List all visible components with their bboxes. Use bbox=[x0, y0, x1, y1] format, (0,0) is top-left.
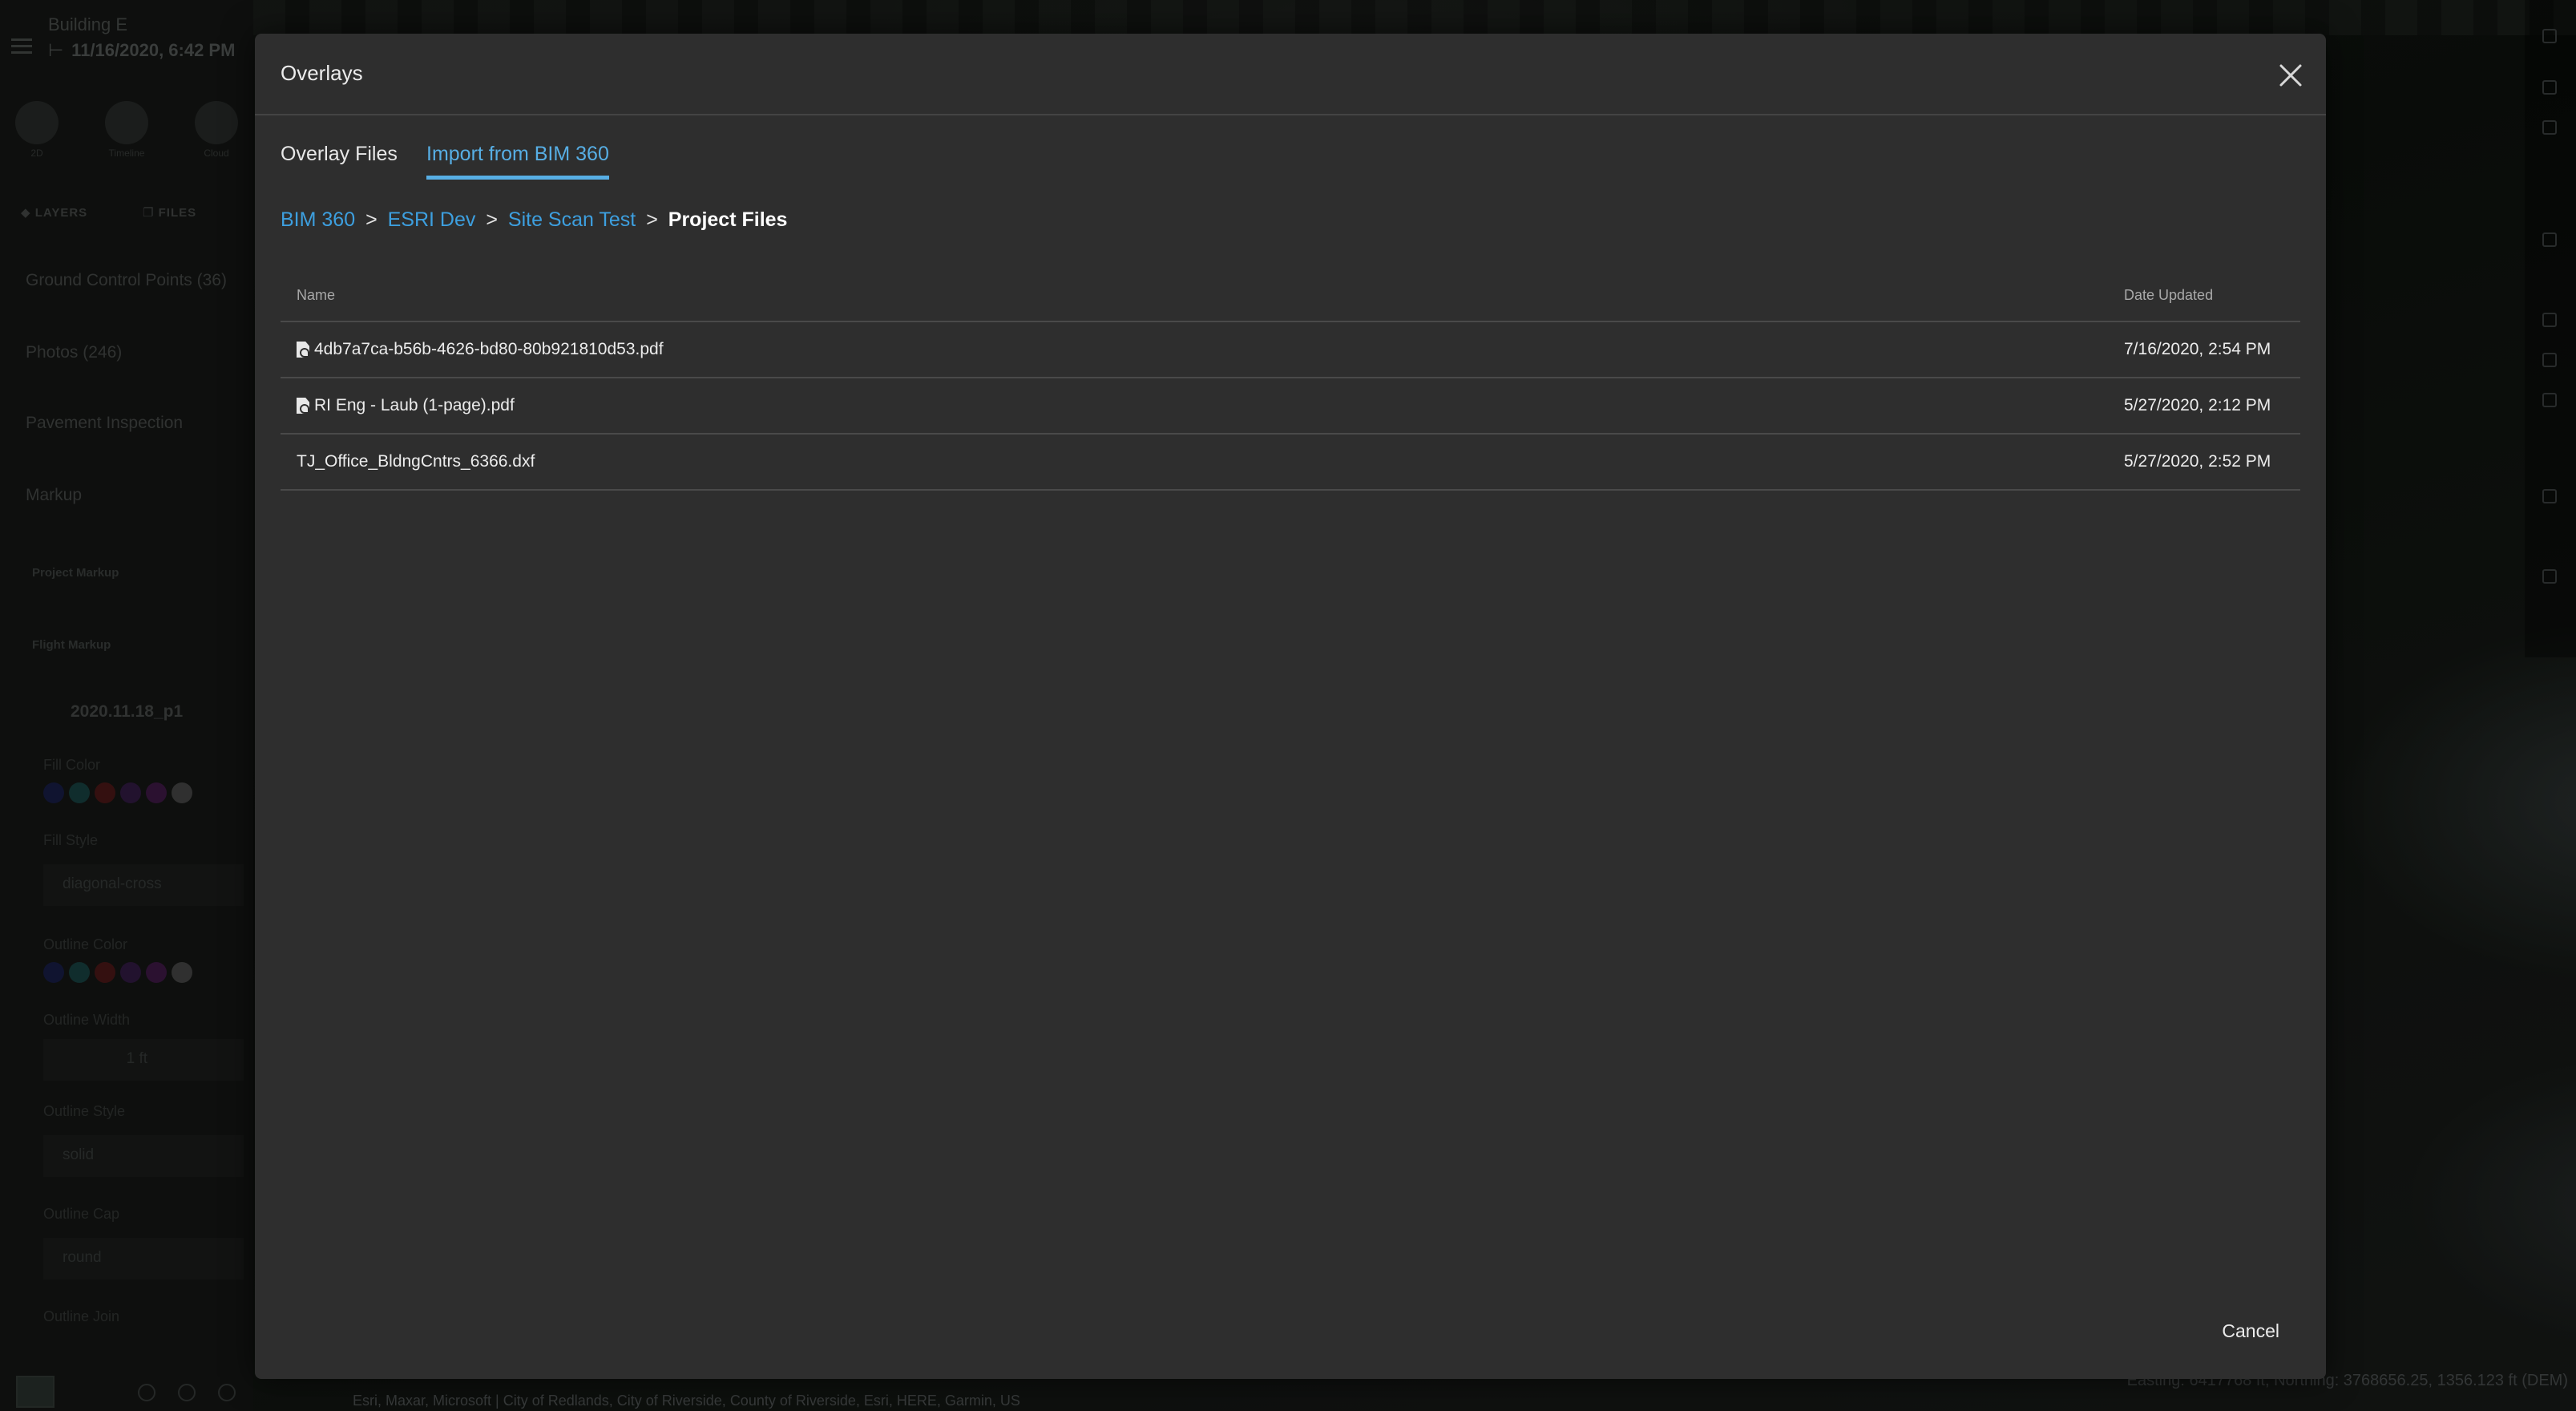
file-name: RI Eng - Laub (1-page).pdf bbox=[314, 396, 515, 414]
file-name: TJ_Office_BldngCntrs_6366.dxf bbox=[297, 452, 535, 471]
table-row[interactable]: TJ_Office_BldngCntrs_6366.dxf 5/27/2020,… bbox=[281, 435, 2300, 491]
cancel-button[interactable]: Cancel bbox=[2222, 1320, 2279, 1342]
pdf-file-icon bbox=[297, 398, 309, 414]
tab-overlay-files[interactable]: Overlay Files bbox=[281, 143, 398, 176]
tab-import-bim360[interactable]: Import from BIM 360 bbox=[426, 143, 609, 180]
breadcrumb-esri-dev[interactable]: ESRI Dev bbox=[388, 208, 476, 231]
breadcrumb: BIM 360 > ESRI Dev > Site Scan Test > Pr… bbox=[281, 208, 787, 232]
file-date: 7/16/2020, 2:54 PM bbox=[2124, 340, 2271, 358]
overlays-dialog: Overlays Overlay Files Import from BIM 3… bbox=[255, 34, 2326, 1379]
column-header-name[interactable]: Name bbox=[297, 287, 335, 304]
breadcrumb-site-scan-test[interactable]: Site Scan Test bbox=[508, 208, 636, 231]
file-date: 5/27/2020, 2:12 PM bbox=[2124, 396, 2271, 414]
table-row[interactable]: 4db7a7ca-b56b-4626-bd80-80b921810d53.pdf… bbox=[281, 322, 2300, 378]
file-date: 5/27/2020, 2:52 PM bbox=[2124, 452, 2271, 471]
breadcrumb-separator: > bbox=[486, 208, 498, 231]
breadcrumb-separator: > bbox=[365, 208, 378, 231]
breadcrumb-bim360[interactable]: BIM 360 bbox=[281, 208, 355, 231]
table-row[interactable]: RI Eng - Laub (1-page).pdf 5/27/2020, 2:… bbox=[281, 378, 2300, 435]
table-header: Name Date Updated bbox=[281, 271, 2300, 322]
dialog-title: Overlays bbox=[281, 61, 363, 85]
breadcrumb-current: Project Files bbox=[668, 208, 788, 231]
pdf-file-icon bbox=[297, 342, 309, 358]
breadcrumb-separator: > bbox=[646, 208, 658, 231]
files-table: Name Date Updated 4db7a7ca-b56b-4626-bd8… bbox=[281, 271, 2300, 491]
close-icon[interactable] bbox=[2275, 59, 2307, 91]
file-name: 4db7a7ca-b56b-4626-bd80-80b921810d53.pdf bbox=[314, 340, 664, 358]
column-header-date[interactable]: Date Updated bbox=[2124, 287, 2213, 304]
dialog-header: Overlays bbox=[255, 34, 2326, 115]
